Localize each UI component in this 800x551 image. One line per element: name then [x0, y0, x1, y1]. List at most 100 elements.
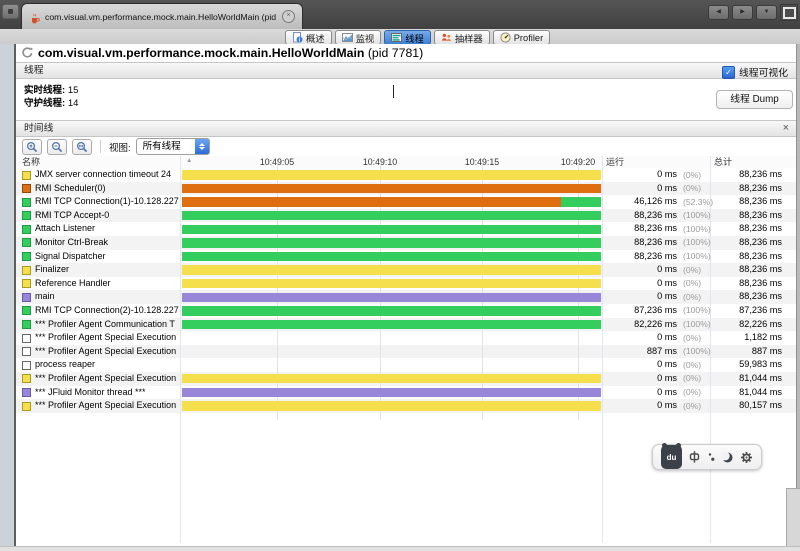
tab-sampler[interactable]: 抽样器 [434, 30, 490, 45]
column-header-running[interactable]: 运行 [606, 156, 624, 168]
thread-state-icon [22, 225, 31, 234]
thread-state-icon [22, 279, 31, 288]
thread-timeline [182, 304, 601, 318]
thread-row[interactable]: *** Profiler Agent Special Execution0 ms… [16, 372, 796, 386]
thread-total-time: 88,236 ms [710, 196, 782, 208]
monitored-app-panel: com.visual.vm.performance.mock.main.Hell… [16, 44, 796, 545]
view-label: 视图: [109, 140, 131, 154]
thread-row[interactable]: Finalizer0 ms(0%)88,236 ms [16, 263, 796, 277]
thread-timeline [182, 182, 601, 196]
timeline-bar [182, 170, 601, 179]
thread-name: *** Profiler Agent Special Execution [35, 346, 179, 358]
thread-total-time: 81,044 ms [710, 373, 782, 385]
timeline-bar [182, 184, 601, 193]
column-header-total[interactable]: 总计 [714, 156, 732, 168]
window-control-button[interactable] [2, 4, 19, 19]
thread-running-time: 46,126 ms [602, 196, 677, 208]
pinyin-mode-icon[interactable] [688, 445, 701, 469]
window-control-icon [8, 9, 13, 14]
thread-name: Finalizer [35, 264, 179, 276]
view-select[interactable]: 所有线程 [136, 138, 210, 155]
thread-name: RMI TCP Connection(2)-10.128.227 [35, 305, 179, 317]
sort-ascending-icon[interactable]: ▲ [186, 157, 192, 164]
moon-icon[interactable] [721, 445, 734, 469]
thread-timeline [182, 331, 601, 345]
thread-row[interactable]: *** JFluid Monitor thread ***0 ms(0%)81,… [16, 386, 796, 400]
tab-monitor[interactable]: 监视 [335, 30, 382, 45]
zoom-out-button[interactable] [47, 139, 67, 155]
thread-name: Reference Handler [35, 278, 179, 290]
thread-row[interactable]: Monitor Ctrl-Break88,236 ms(100%)88,236 … [16, 236, 796, 250]
baidu-ime-badge-icon[interactable]: du [661, 445, 682, 469]
tab-overview[interactable]: i 概述 [285, 30, 332, 45]
thread-row[interactable]: *** Profiler Agent Special Execution0 ms… [16, 331, 796, 345]
thread-row[interactable]: Attach Listener88,236 ms(100%)88,236 ms [16, 222, 796, 236]
thread-running-time: 0 ms [602, 387, 677, 399]
tab-list-dropdown-button[interactable]: ▼ [756, 5, 777, 20]
thread-row[interactable]: Signal Dispatcher88,236 ms(100%)88,236 m… [16, 250, 796, 264]
column-header-name[interactable]: 名称 [22, 156, 40, 168]
daemon-threads-stat: 守护线程: 14 [24, 95, 78, 109]
thread-row[interactable]: RMI Scheduler(0)0 ms(0%)88,236 ms [16, 182, 796, 196]
thread-row[interactable]: *** Profiler Agent Special Execution 887 … [16, 345, 796, 359]
thread-row[interactable]: RMI TCP Connection(2)-10.128.22787,236 m… [16, 304, 796, 318]
thread-timeline [182, 168, 601, 182]
tab-close-icon[interactable]: × [282, 10, 295, 23]
thread-total-time: 88,236 ms [710, 210, 782, 222]
thread-row[interactable]: RMI TCP Accept-088,236 ms(100%)88,236 ms [16, 209, 796, 223]
column-separator [180, 156, 181, 543]
timeline-bar [182, 252, 601, 261]
thread-running-time: 88,236 ms [602, 237, 677, 249]
timeline-bar [182, 197, 561, 206]
thread-state-icon [22, 374, 31, 383]
thread-row[interactable]: main0 ms(0%)88,236 ms [16, 290, 796, 304]
thread-row[interactable]: RMI TCP Connection(1)-10.128.227 46,126 m… [16, 195, 796, 209]
tone-dots-icon[interactable] [707, 445, 716, 469]
thread-total-time: 59,983 ms [710, 359, 782, 371]
thread-total-time: 1,182 ms [710, 332, 782, 344]
thread-total-time: 887 ms [710, 346, 782, 358]
thread-total-time: 88,236 ms [710, 291, 782, 303]
thread-name: process reaper [35, 359, 179, 371]
view-tabs: i 概述 监视 线程 抽样器 [285, 30, 550, 45]
thread-row[interactable]: process reaper0 ms(0%)59,983 ms [16, 358, 796, 372]
thread-running-time: 0 ms [602, 278, 677, 290]
timeline-bar [182, 374, 601, 383]
refresh-icon [21, 46, 34, 59]
page-title: com.visual.vm.performance.mock.main.Hell… [38, 44, 423, 62]
zoom-in-button[interactable] [22, 139, 42, 155]
thread-row[interactable]: *** Profiler Agent Communication T82,226… [16, 318, 796, 332]
document-tab[interactable]: com.visual.vm.performance.mock.main.Hell… [21, 3, 303, 29]
maximize-icon [783, 7, 796, 19]
thread-name: *** Profiler Agent Special Execution [35, 400, 179, 412]
thread-row[interactable]: JMX server connection timeout 240 ms(0%)… [16, 168, 796, 182]
thread-total-time: 88,236 ms [710, 251, 782, 263]
tab-label: Profiler [514, 33, 543, 43]
maximize-view-button[interactable] [780, 4, 798, 21]
timeline-bar [182, 225, 601, 234]
zoom-fit-button[interactable] [72, 139, 92, 155]
thread-name: RMI TCP Connection(1)-10.128.227 [35, 196, 179, 208]
document-tab-title: com.visual.vm.performance.mock.main.Hell… [45, 12, 277, 22]
thread-state-icon [22, 198, 31, 207]
thread-timeline [182, 222, 601, 236]
timeline-close-icon[interactable]: × [783, 121, 789, 136]
thread-rows: JMX server connection timeout 240 ms(0%)… [16, 168, 796, 413]
thread-visualization-checkbox[interactable]: ✓ [722, 66, 735, 79]
thread-state-icon [22, 238, 31, 247]
scroll-tabs-right-button[interactable]: ▶ [732, 5, 753, 20]
tab-threads[interactable]: 线程 [384, 30, 431, 45]
live-threads-stat: 实时线程: 15 [24, 82, 78, 96]
scroll-tabs-left-button[interactable]: ◀ [708, 5, 729, 20]
gear-icon[interactable] [740, 445, 753, 469]
thread-name: *** JFluid Monitor thread *** [35, 387, 179, 399]
view-select-value: 所有线程 [143, 141, 181, 152]
thread-dump-button[interactable]: 线程 Dump [716, 90, 793, 109]
thread-total-time: 80,157 ms [710, 400, 782, 412]
view-tabbar: i 概述 监视 线程 抽样器 [0, 29, 800, 45]
tab-profiler[interactable]: Profiler [493, 30, 550, 45]
toolbar-separator [100, 140, 101, 153]
thread-row[interactable]: *** Profiler Agent Special Execution0 ms… [16, 399, 796, 413]
thread-row[interactable]: Reference Handler0 ms(0%)88,236 ms [16, 277, 796, 291]
thread-timeline [182, 358, 601, 372]
